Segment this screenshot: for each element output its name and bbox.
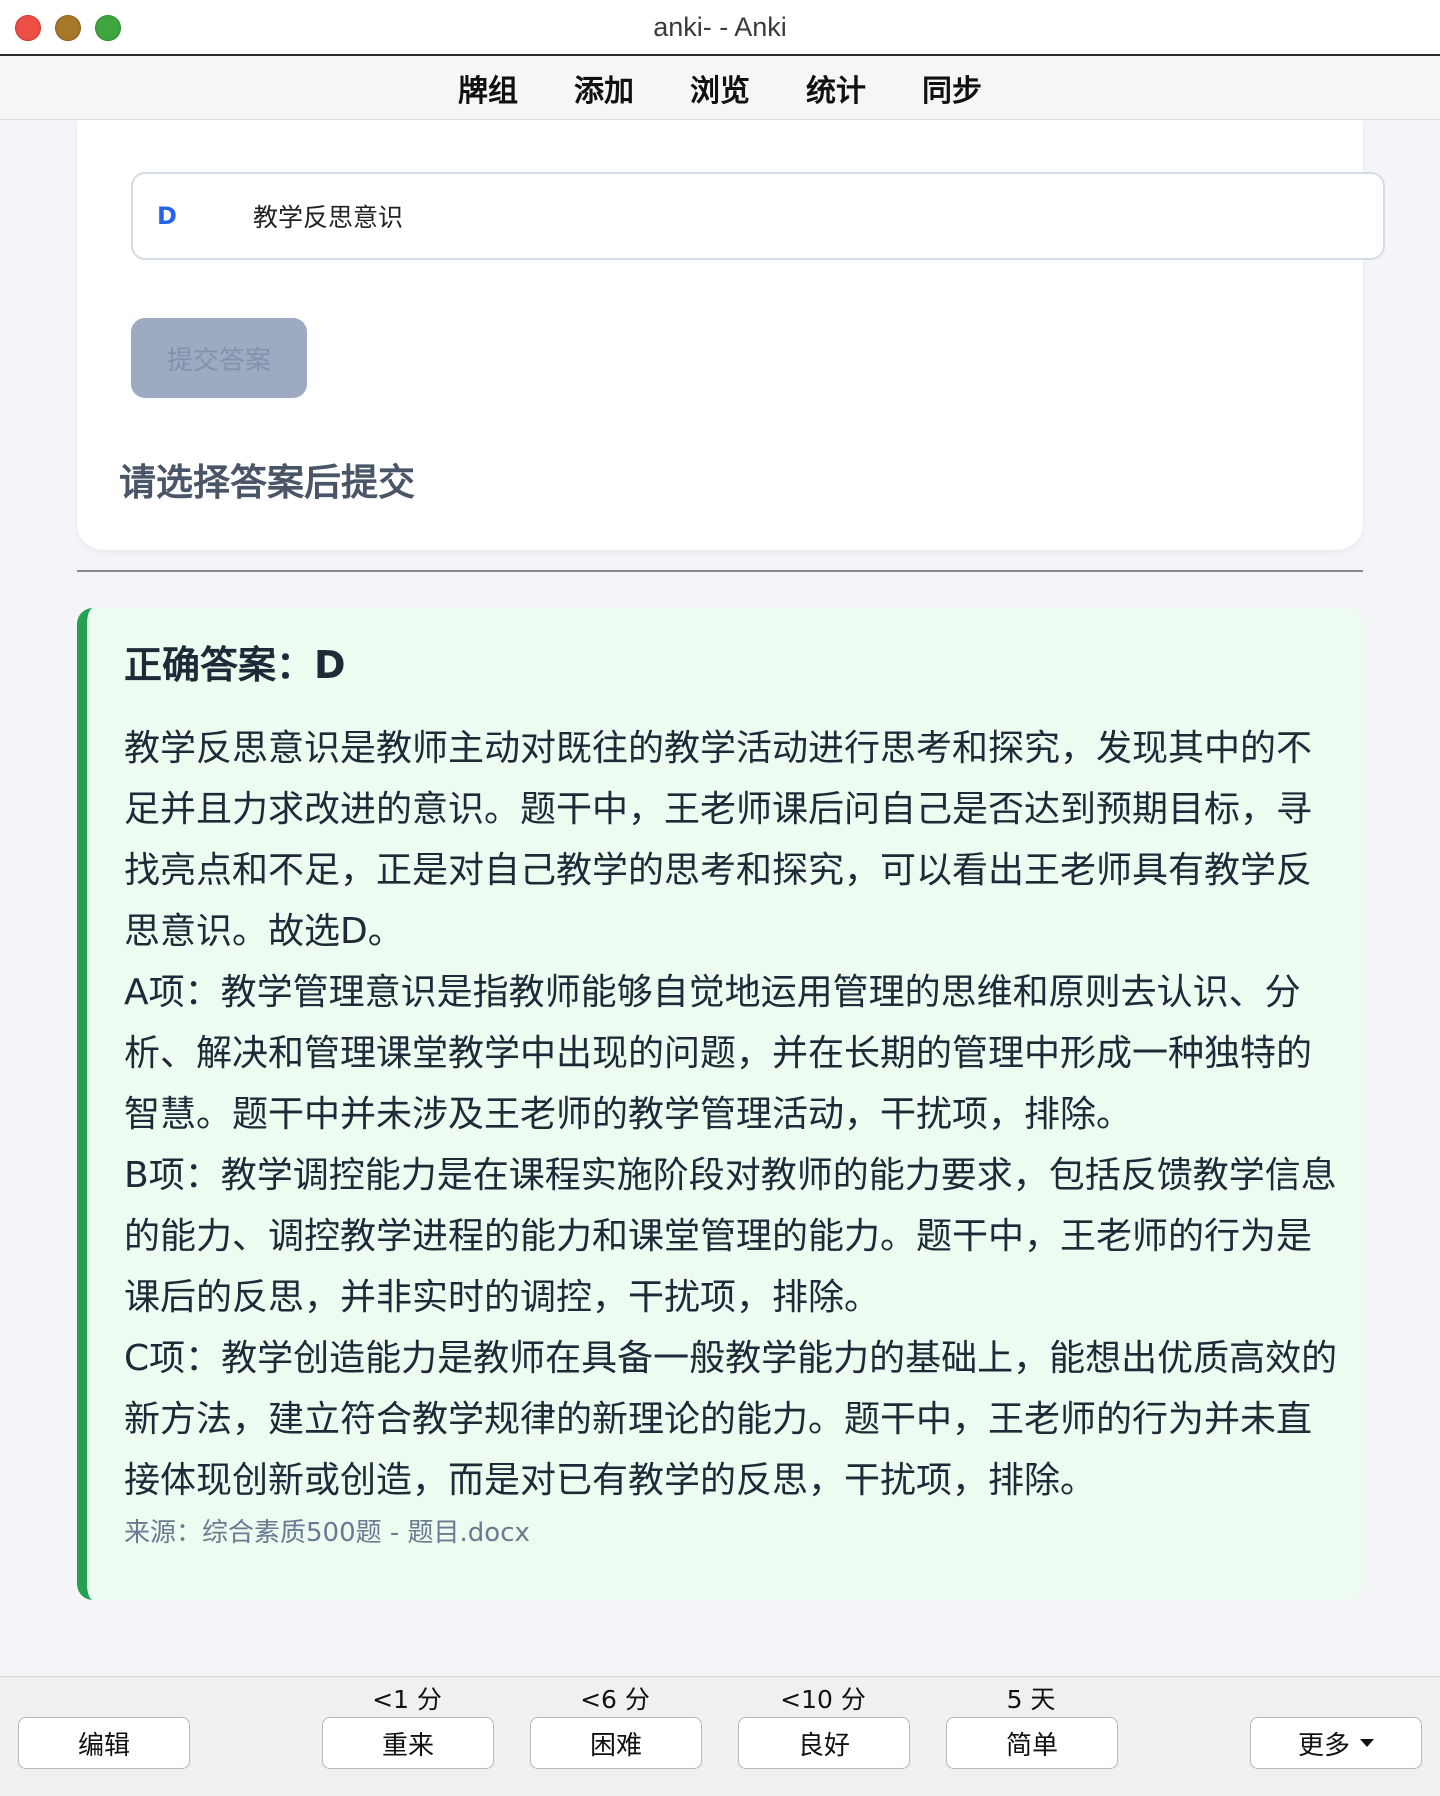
option-text: 教学反思意识 xyxy=(253,203,404,232)
menu-sync[interactable]: 同步 xyxy=(894,66,1010,110)
more-button[interactable]: 更多 xyxy=(1250,1717,1422,1769)
answer-explanation: 教学反思意识是教师主动对既往的教学活动进行思考和探究，发现其中的不足并且力求改进… xyxy=(124,718,1344,1511)
explanation-paragraph: A项：教学管理意识是指教师能够自觉地运用管理的思维和原则去认识、分析、解决和管理… xyxy=(124,972,1313,1135)
submit-answer-button[interactable]: 提交答案 xyxy=(131,318,307,398)
menu-add[interactable]: 添加 xyxy=(546,66,662,110)
again-button[interactable]: 重来 xyxy=(322,1717,494,1769)
anki-window: anki- - Anki 牌组 添加 浏览 统计 同步 D 教学反思意识 提交答… xyxy=(0,0,1440,1796)
explanation-paragraph: B项：教学调控能力是在课程实施阶段对教师的能力要求，包括反馈教学信息的能力、调控… xyxy=(124,1155,1337,1318)
easy-button[interactable]: 简单 xyxy=(946,1717,1118,1769)
good-eta: <10 分 xyxy=(780,1685,866,1714)
window-title: anki- - Anki xyxy=(653,12,787,42)
select-answer-prompt: 请选择答案后提交 xyxy=(119,461,415,504)
divider xyxy=(77,570,1363,572)
easy-eta: 5 天 xyxy=(1006,1685,1056,1714)
correct-answer-title: 正确答案：D xyxy=(124,643,346,687)
caret-down-icon xyxy=(1360,1739,1374,1747)
menu-decks[interactable]: 牌组 xyxy=(430,66,546,110)
good-button[interactable]: 良好 xyxy=(738,1717,910,1769)
answer-card: 正确答案：D 教学反思意识是教师主动对既往的教学活动进行思考和探究，发现其中的不… xyxy=(77,608,1363,1600)
answer-source: 来源：综合素质500题 - 题目.docx xyxy=(124,1518,530,1548)
menu-stats[interactable]: 统计 xyxy=(778,66,894,110)
question-card: D 教学反思意识 提交答案 请选择答案后提交 xyxy=(77,120,1385,550)
hard-button[interactable]: 困难 xyxy=(530,1717,702,1769)
again-eta: <1 分 xyxy=(372,1685,442,1714)
option-d[interactable]: D 教学反思意识 xyxy=(131,172,1385,260)
bottom-bar xyxy=(0,1676,1440,1796)
edit-button[interactable]: 编辑 xyxy=(18,1717,190,1769)
hard-eta: <6 分 xyxy=(580,1685,650,1714)
top-menu-bar: 牌组 添加 浏览 统计 同步 xyxy=(0,56,1440,120)
explanation-paragraph: C项：教学创造能力是教师在具备一般教学能力的基础上，能想出优质高效的新方法，建立… xyxy=(124,1338,1338,1501)
more-label: 更多 xyxy=(1297,1730,1350,1761)
explanation-paragraph: 教学反思意识是教师主动对既往的教学活动进行思考和探究，发现其中的不足并且力求改进… xyxy=(124,728,1313,952)
menu-browse[interactable]: 浏览 xyxy=(662,66,778,110)
title-bar: anki- - Anki xyxy=(0,0,1440,56)
option-letter: D xyxy=(157,202,177,230)
